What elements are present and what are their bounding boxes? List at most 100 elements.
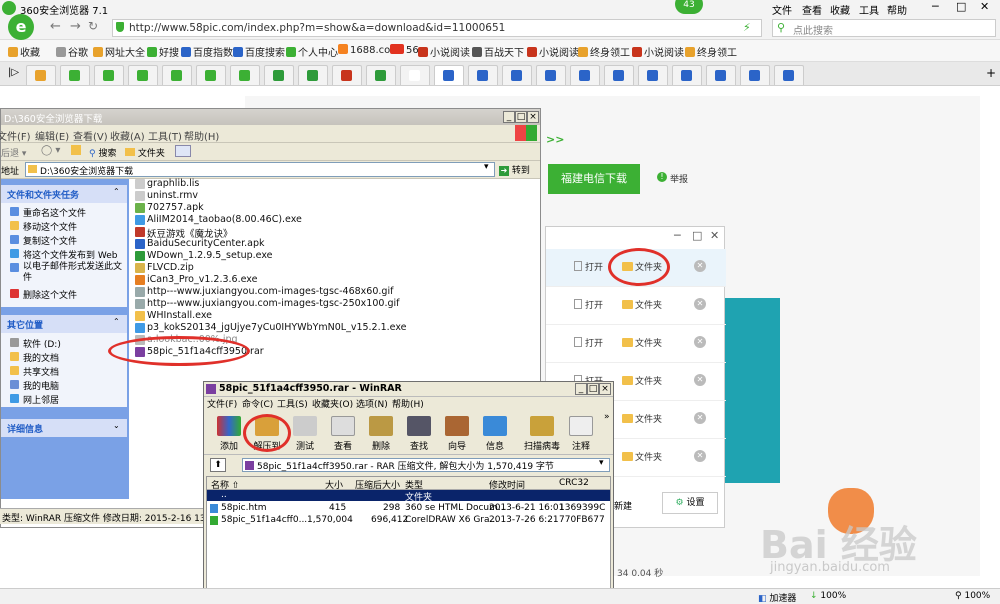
open-file-button[interactable]: 打开 <box>574 260 603 273</box>
file-item[interactable]: graphlib.lis <box>135 178 199 189</box>
file-item[interactable]: uninst.rmv <box>135 190 198 201</box>
search-button[interactable]: ⚲ 搜索 <box>89 146 116 159</box>
dialog-close-icon[interactable]: ✕ <box>710 229 719 242</box>
menu-favorites[interactable]: 收藏 <box>830 2 850 17</box>
browser-tab[interactable] <box>604 65 634 85</box>
browser-tab[interactable] <box>774 65 804 85</box>
find-button[interactable]: 查找 <box>404 416 434 452</box>
bookmark-hao[interactable]: 网址大全 <box>93 44 145 59</box>
collapse-icon[interactable]: ⌃ <box>113 317 120 326</box>
winrar-menu-command[interactable]: 命令(C) <box>242 397 273 410</box>
bookmark-baizhan[interactable]: 百战天下 <box>472 44 524 59</box>
place-drive-d[interactable]: 软件 (D:) <box>10 337 61 350</box>
explorer-minimize-icon[interactable]: _ <box>503 111 515 123</box>
bookmark-google[interactable]: 谷歌 <box>56 44 88 59</box>
download-telecom-button[interactable]: 福建电信下载 <box>548 164 640 194</box>
task-delete[interactable]: 删除这个文件 <box>10 288 77 301</box>
folders-button[interactable]: 文件夹 <box>125 146 165 159</box>
browser-tab[interactable] <box>162 65 192 85</box>
browser-tab[interactable] <box>26 65 56 85</box>
place-network[interactable]: 网上邻居 <box>10 393 59 406</box>
remove-download-icon[interactable]: ✕ <box>694 374 706 386</box>
new-tab-icon[interactable]: + <box>986 66 996 80</box>
file-item[interactable]: FLVCD.zip <box>135 262 194 273</box>
table-row[interactable]: 58pic_51f1a4cff0... 1,570,004 696,412 Co… <box>207 515 610 526</box>
open-folder-button[interactable]: 文件夹 <box>622 450 662 463</box>
bookmark-personal[interactable]: 个人中心 <box>286 44 338 59</box>
winrar-menu-file[interactable]: 文件(F) <box>207 397 237 410</box>
up-level-icon[interactable]: ⬆ <box>210 458 226 472</box>
winrar-menu-options[interactable]: 选项(N) <box>356 397 388 410</box>
winrar-maximize-icon[interactable]: □ <box>587 383 599 395</box>
browser-tab[interactable] <box>536 65 566 85</box>
bookmark-novel-1[interactable]: 小说阅读 <box>418 44 470 59</box>
zoom-item[interactable]: ⚲ 100% <box>955 591 990 601</box>
menu-file[interactable]: 文件 <box>772 2 792 17</box>
new-download-button[interactable]: 新建 <box>614 499 632 512</box>
download-row[interactable]: 打开 文件夹 ✕ <box>546 287 726 325</box>
view-button[interactable]: 查看 <box>328 416 358 452</box>
forward-nav-icon[interactable]: ◯ ▾ <box>41 145 60 156</box>
bookmark-lingong-1[interactable]: 终身领工 <box>578 44 630 59</box>
close-icon[interactable]: ✕ <box>980 0 989 13</box>
open-file-button[interactable]: 打开 <box>574 336 603 349</box>
back-icon[interactable]: ← <box>50 19 61 34</box>
browser-tab[interactable] <box>638 65 668 85</box>
remove-download-icon[interactable]: ✕ <box>694 336 706 348</box>
place-my-documents[interactable]: 我的文档 <box>10 351 59 364</box>
remove-download-icon[interactable]: ✕ <box>694 450 706 462</box>
maximize-icon[interactable]: □ <box>956 0 966 13</box>
winrar-menu-tools[interactable]: 工具(S) <box>277 397 308 410</box>
winrar-menu-help[interactable]: 帮助(H) <box>392 397 424 410</box>
table-row[interactable]: 58pic.htm 415 298 360 se HTML Docum... 2… <box>207 503 610 514</box>
bookmark-56[interactable]: 56 <box>390 44 419 56</box>
path-dropdown-icon[interactable]: ▾ <box>599 458 604 468</box>
browser-tab[interactable] <box>332 65 362 85</box>
comment-button[interactable]: 注释 <box>566 416 596 452</box>
file-item[interactable]: AliIM2014_taobao(8.00.46C).exe <box>135 214 302 225</box>
up-folder-icon[interactable] <box>71 145 81 155</box>
file-item[interactable]: 702757.apk <box>135 202 204 213</box>
remove-download-icon[interactable]: ✕ <box>694 260 706 272</box>
browser-tab[interactable] <box>60 65 90 85</box>
explorer-menu-favorites[interactable]: 收藏(A) <box>110 128 145 143</box>
browser-tab[interactable] <box>230 65 260 85</box>
task-rename[interactable]: 重命名这个文件 <box>10 206 86 219</box>
download-row[interactable]: 打开 文件夹 ✕ <box>546 325 726 363</box>
refresh-icon[interactable]: ↻ <box>88 19 98 33</box>
toolbar-more-icon[interactable]: » <box>604 412 610 422</box>
address-dropdown-icon[interactable]: ▾ <box>484 162 489 172</box>
winrar-minimize-icon[interactable]: _ <box>575 383 587 395</box>
file-item[interactable]: BaiduSecurityCenter.apk <box>135 238 265 249</box>
search-box[interactable]: ⚲ 点此搜索 <box>772 19 996 37</box>
explorer-menu-file[interactable]: 文件(F) <box>0 128 31 143</box>
dialog-maximize-icon[interactable]: □ <box>692 229 702 242</box>
browser-tab[interactable] <box>706 65 736 85</box>
task-copy[interactable]: 复制这个文件 <box>10 234 77 247</box>
remove-download-icon[interactable]: ✕ <box>694 298 706 310</box>
bookmark-haosou[interactable]: 好搜 <box>147 44 179 59</box>
settings-button[interactable]: ⚙ 设置 <box>662 492 718 514</box>
add-button[interactable]: 添加 <box>214 416 244 452</box>
task-move[interactable]: 移动这个文件 <box>10 220 77 233</box>
browser-tab[interactable] <box>570 65 600 85</box>
views-icon[interactable] <box>175 145 191 157</box>
delete-button[interactable]: 删除 <box>366 416 396 452</box>
browser-tab[interactable] <box>468 65 498 85</box>
address-field[interactable]: http://www.58pic.com/index.php?m=show&a=… <box>112 19 762 37</box>
browser-tab[interactable] <box>502 65 532 85</box>
explorer-close-icon[interactable]: × <box>527 111 539 123</box>
open-folder-button[interactable]: 文件夹 <box>622 298 662 311</box>
open-folder-button[interactable]: 文件夹 <box>622 374 662 387</box>
remove-download-icon[interactable]: ✕ <box>694 412 706 424</box>
place-my-computer[interactable]: 我的电脑 <box>10 379 59 392</box>
bookmark-favorites[interactable]: 收藏 <box>8 44 40 59</box>
bookmark-lingong-2[interactable]: 终身领工 <box>685 44 737 59</box>
download-zoom-item[interactable]: ↓ 100% <box>810 591 846 601</box>
explorer-maximize-icon[interactable]: □ <box>515 111 527 123</box>
browser-tab[interactable] <box>434 65 464 85</box>
browser-tab[interactable] <box>128 65 158 85</box>
winrar-close-icon[interactable]: × <box>599 383 611 395</box>
forward-icon[interactable]: → <box>70 19 81 34</box>
explorer-menu-edit[interactable]: 编辑(E) <box>35 128 69 143</box>
